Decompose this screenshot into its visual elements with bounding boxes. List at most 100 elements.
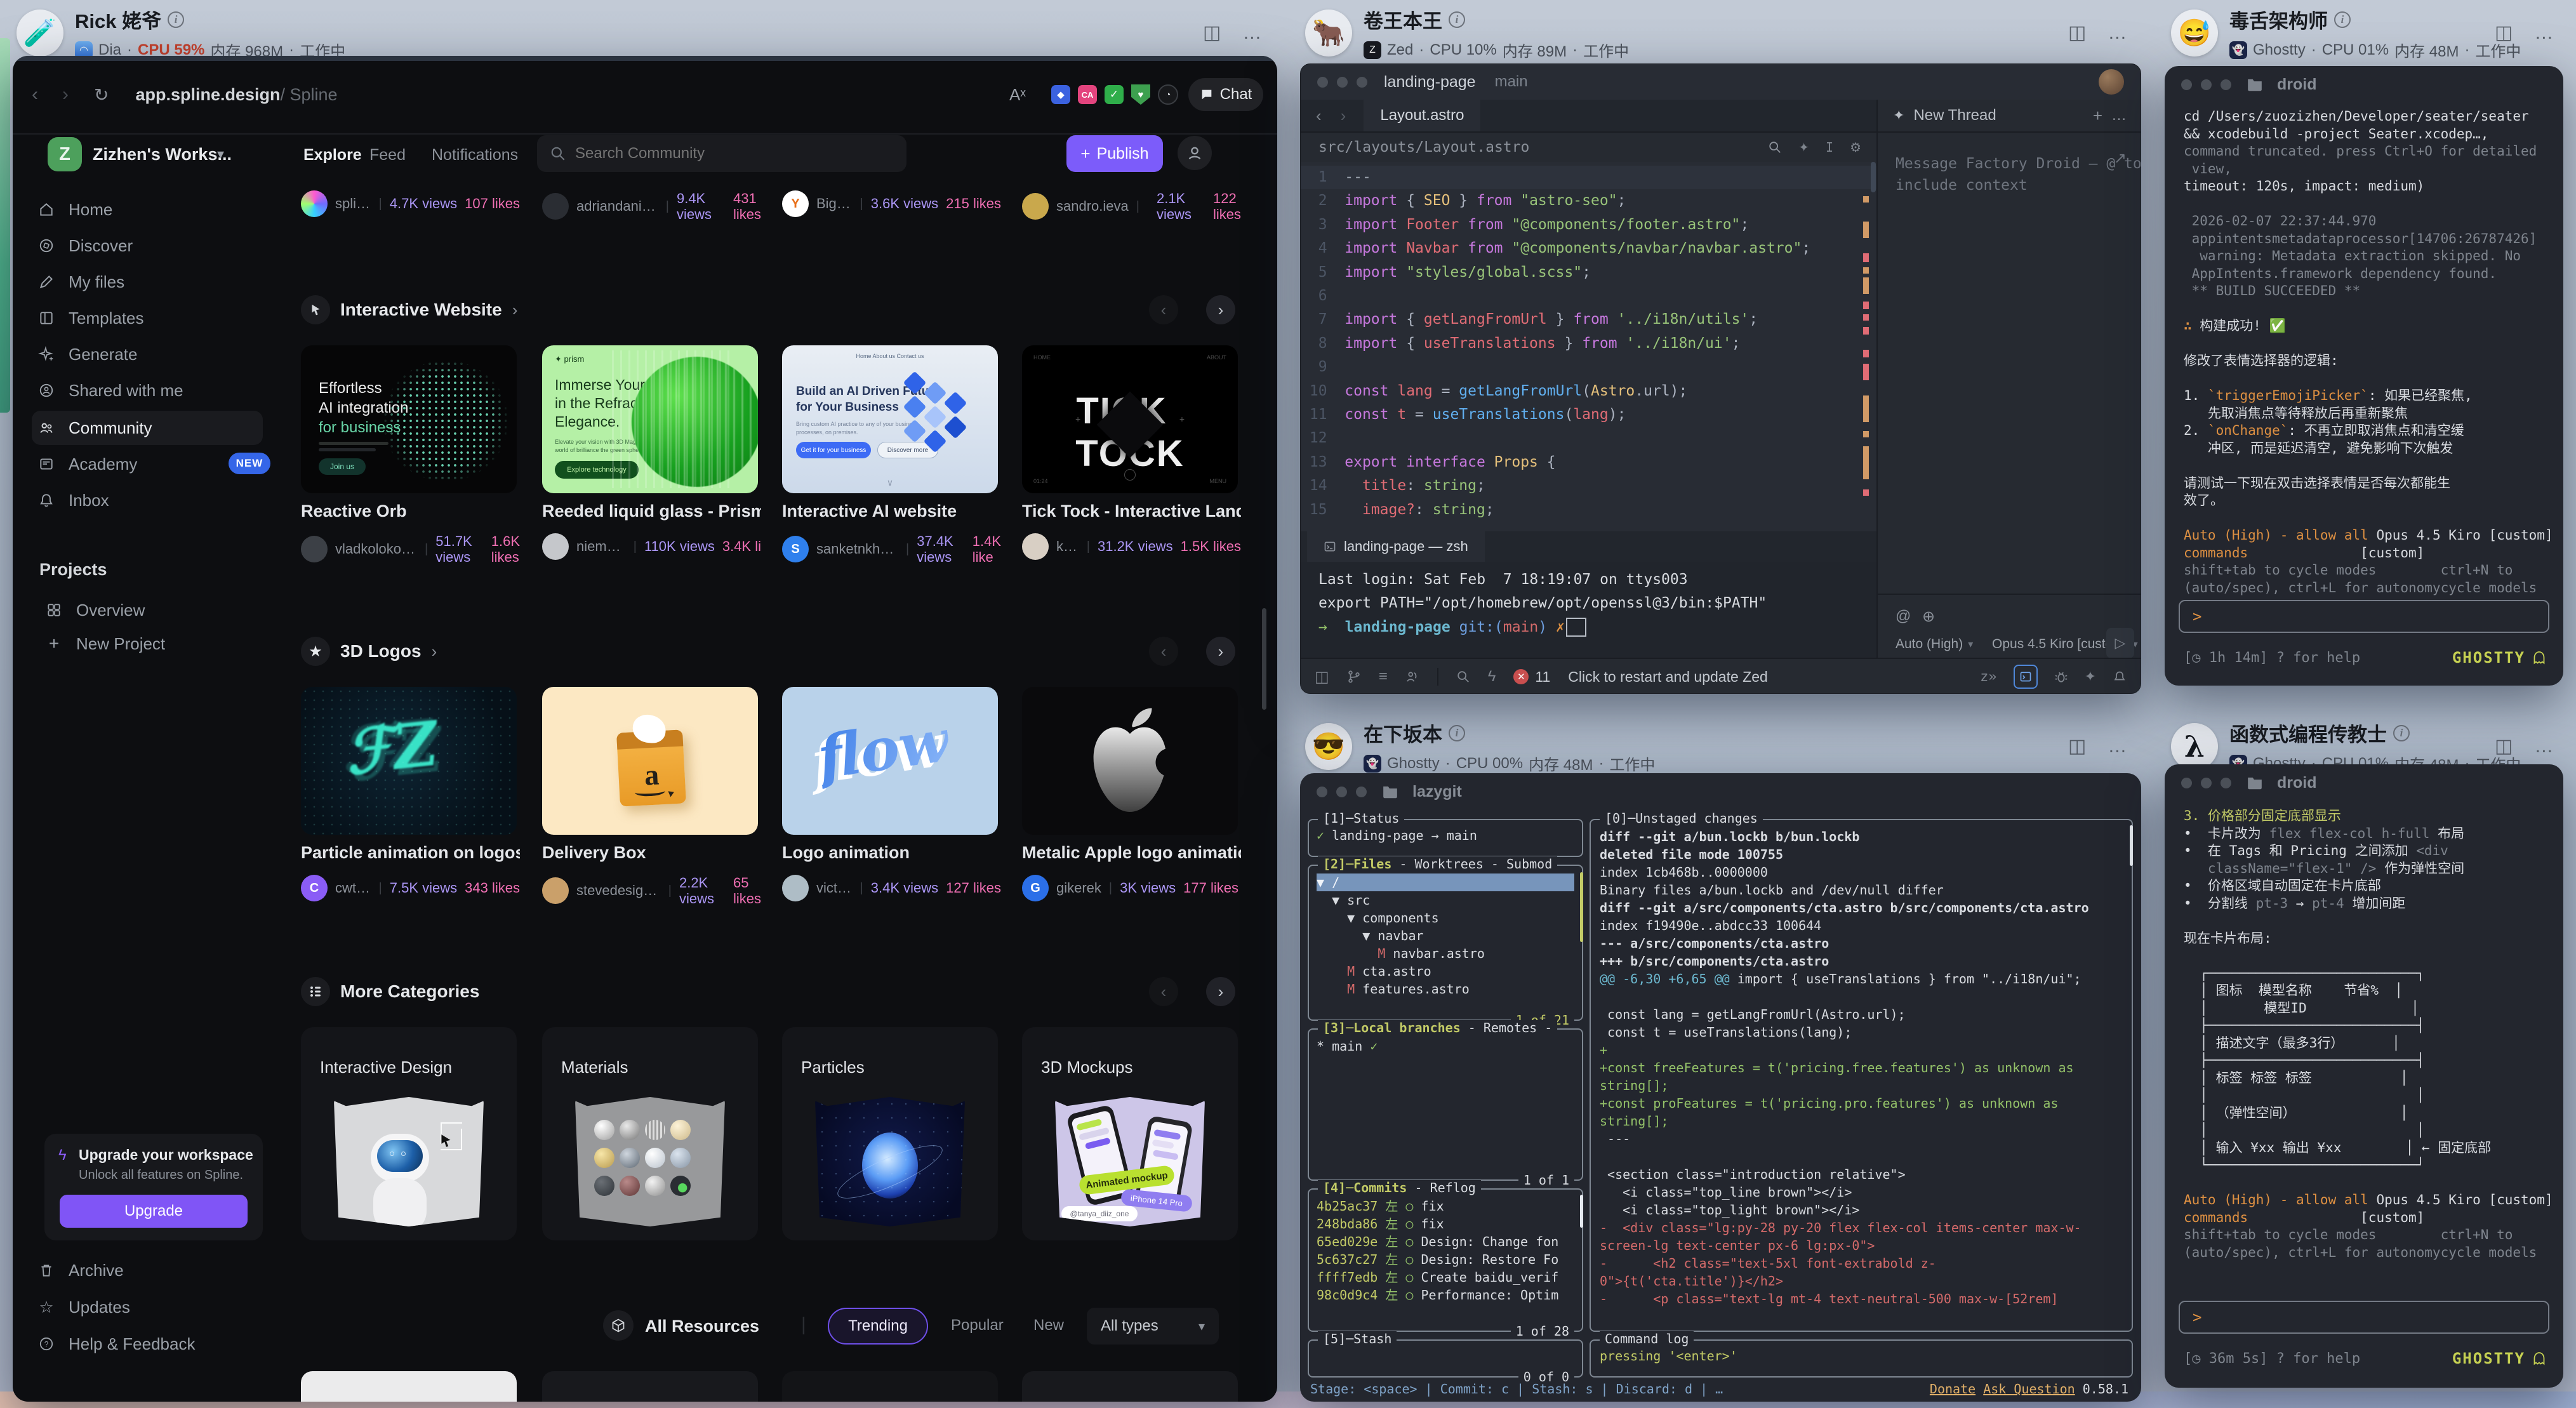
url-domain[interactable]: app.spline.design	[135, 85, 280, 105]
sidebar-item-generate[interactable]: Generate	[38, 338, 137, 370]
project-panel-icon[interactable]: ◫	[1315, 668, 1329, 686]
breadcrumb[interactable]: src/layouts/Layout.astro	[1318, 139, 1529, 156]
tab-notifications[interactable]: Notifications	[432, 146, 518, 164]
more-icon[interactable]: …	[2534, 22, 2553, 44]
more-icon[interactable]: …	[2108, 736, 2127, 757]
nav-back-icon[interactable]: ‹	[1316, 106, 1322, 126]
search-input[interactable]	[575, 145, 880, 163]
card-preview-delivery-box[interactable]: a	[542, 687, 758, 835]
search-bar[interactable]	[537, 135, 906, 172]
tab-explore[interactable]: Explore	[303, 146, 362, 164]
carousel-next-button[interactable]: ›	[1206, 295, 1235, 324]
more-icon[interactable]: …	[1242, 22, 1261, 44]
user-avatar[interactable]	[2099, 69, 2124, 95]
card-preview-apple-logo[interactable]	[1022, 687, 1238, 835]
section-header-3d-logos[interactable]: ★ 3D Logos ›	[301, 637, 437, 666]
tile-controls[interactable]: ◫…	[2495, 22, 2553, 44]
context-icon[interactable]: ⊕	[1922, 608, 1935, 626]
close-button[interactable]	[2181, 778, 2192, 788]
card-preview-flow-logo[interactable]: flow flow	[782, 687, 998, 835]
lazygit-status-panel[interactable]: [1]─Status ✓ landing-page → main	[1308, 819, 1583, 857]
author-row[interactable]: sandro.ieva| 2.1Kviews 122likes	[1022, 190, 1241, 222]
search-icon[interactable]	[1768, 140, 1782, 154]
add-thread-button[interactable]: +	[2093, 106, 2102, 126]
terminal-toggle[interactable]	[2014, 665, 2038, 689]
layout-icon[interactable]: ◫	[2495, 22, 2513, 44]
author-row[interactable]: Y BigLoong| 3.6K views215 likes	[782, 190, 1001, 217]
zoom-button[interactable]	[2221, 79, 2231, 90]
card-title[interactable]: Metalic Apple logo animation	[1022, 843, 1241, 863]
carousel-next-button[interactable]: ›	[1206, 637, 1235, 666]
scrollbar[interactable]	[1871, 162, 1876, 192]
minimize-button[interactable]	[1337, 77, 1348, 88]
sidebar-item-new-project[interactable]: +New Project	[46, 628, 165, 660]
tab-feed[interactable]: Feed	[369, 146, 406, 164]
card-author-row[interactable]: S sanketnkhairnar21| 37.4Kviews 1.4Klike	[782, 533, 1001, 565]
author-row[interactable]: spline| 4.7K views107 likes	[301, 190, 520, 217]
sidebar-item-overview[interactable]: Overview	[46, 594, 145, 626]
terminal-titlebar[interactable]: droid	[2165, 66, 2563, 103]
more-icon[interactable]: …	[2534, 736, 2553, 757]
more-button[interactable]: …	[2111, 107, 2127, 124]
zoom-indicator[interactable]: z»	[1980, 669, 1997, 685]
author-row[interactable]: adriandaniluk| 9.4Kviews 431likes	[542, 190, 761, 222]
upgrade-button[interactable]: Upgrade	[60, 1195, 248, 1228]
new-thread-label[interactable]: New Thread	[1913, 107, 1996, 124]
filter-popular[interactable]: Popular	[951, 1317, 1004, 1334]
info-icon[interactable]: i	[2334, 11, 2351, 28]
back-button[interactable]: ‹	[32, 84, 38, 105]
code-editor[interactable]: 1 --- 2 import { SEO } from "astro-seo";…	[1301, 162, 1876, 531]
lightning-icon[interactable]: ϟ	[1488, 668, 1496, 686]
workspace-avatar[interactable]: Z	[48, 137, 82, 171]
lazygit-diff-panel[interactable]: [0]─Unstaged changes diff --git a/bun.lo…	[1590, 819, 2133, 1332]
card-title[interactable]: Particle animation on logos	[301, 843, 520, 863]
chat-button[interactable]: Chat	[1188, 78, 1263, 111]
lazygit-links[interactable]: Donate Ask Question 0.58.1	[1930, 1381, 2128, 1397]
outline-icon[interactable]: ≡	[1379, 668, 1388, 686]
send-button[interactable]: ▷	[2106, 628, 2134, 658]
card-title[interactable]: Tick Tock - Interactive Landing	[1022, 501, 1241, 521]
card-preview-reeded-glass[interactable]: ✦ prism Immerse Yourselfin the Refracted…	[542, 345, 758, 493]
more-icon[interactable]: …	[2108, 22, 2127, 44]
close-button[interactable]	[2181, 79, 2192, 90]
sidebar-item-home[interactable]: Home	[38, 194, 112, 225]
lazygit-branches-panel[interactable]: [3]─Local branches - Remotes - * main ✓ …	[1308, 1028, 1583, 1181]
section-header-more-categories[interactable]: More Categories	[301, 977, 479, 1006]
sidebar-item-help[interactable]: ?Help & Feedback	[38, 1328, 195, 1360]
card-title[interactable]: Delivery Box	[542, 843, 761, 863]
terminal-output[interactable]: 3. 价格部分固定底部显示• 卡片改为 flex flex-col h-full…	[2184, 807, 2548, 1261]
category-card-particles[interactable]: Particles	[782, 1027, 998, 1240]
publish-button[interactable]: + Publish	[1066, 135, 1163, 172]
section-header-interactive-website[interactable]: Interactive Website ›	[301, 295, 517, 324]
profile-button[interactable]	[1178, 136, 1212, 170]
update-message[interactable]: Click to restart and update Zed	[1568, 668, 1768, 686]
card-author-row[interactable]: stevedesignerd| 2.2Kviews 65likes	[542, 875, 761, 907]
info-icon[interactable]: i	[2393, 725, 2410, 741]
bell-icon[interactable]	[2113, 670, 2127, 684]
zed-titlebar[interactable]: landing-page main	[1301, 64, 2141, 100]
collab-icon[interactable]	[1405, 670, 1419, 684]
tile-controls[interactable]: ◫…	[2068, 22, 2127, 44]
cursor-i-icon[interactable]: I	[1826, 140, 1833, 155]
bug-icon[interactable]	[2054, 670, 2068, 684]
terminal-titlebar[interactable]: droid	[2165, 764, 2563, 801]
layout-icon[interactable]: ◫	[2068, 22, 2086, 44]
tile-controls[interactable]: ◫…	[2495, 735, 2553, 757]
sidebar-item-updates[interactable]: ☆Updates	[38, 1291, 130, 1323]
card-title[interactable]: Reactive Orb	[301, 501, 520, 521]
zoom-button[interactable]	[1357, 77, 1367, 88]
info-icon[interactable]: i	[168, 11, 184, 28]
minimize-button[interactable]	[2201, 778, 2212, 788]
lazygit-files-panel[interactable]: [2]─Files - Worktrees - Submod ▼ / ▼ src…	[1308, 865, 1583, 1021]
sidebar-item-shared[interactable]: Shared with me	[38, 375, 183, 406]
tile-controls[interactable]: ◫…	[1203, 22, 1261, 44]
close-button[interactable]	[1317, 77, 1328, 88]
layout-icon[interactable]: ◫	[1203, 22, 1221, 44]
card-author-row[interactable]: kennyK| 31.2K views1.5K likes	[1022, 533, 1241, 560]
sparkle-icon[interactable]: ✦	[1798, 140, 1809, 156]
extension-icon-blue[interactable]: ◆	[1051, 85, 1070, 104]
mode-selector[interactable]: Auto (High)▾	[1895, 637, 1973, 652]
type-filter-select[interactable]: All types▾	[1087, 1308, 1219, 1345]
card-preview-particle-logo[interactable]: ℱZ	[301, 687, 517, 835]
carousel-prev-button[interactable]: ‹	[1149, 637, 1178, 666]
